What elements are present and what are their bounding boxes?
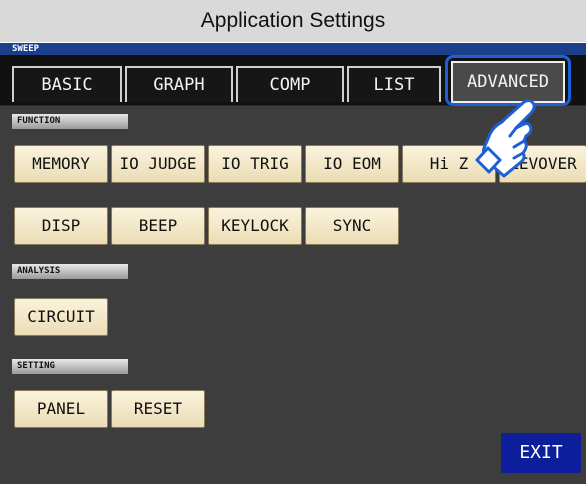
tab-graph[interactable]: GRAPH (125, 66, 233, 102)
tab-basic[interactable]: BASIC (12, 66, 122, 102)
beep-button[interactable]: BEEP (111, 207, 205, 245)
tab-list[interactable]: LIST (347, 66, 441, 102)
memory-button[interactable]: MEMORY (14, 145, 108, 183)
keylock-button[interactable]: KEYLOCK (208, 207, 302, 245)
sync-button[interactable]: SYNC (305, 207, 399, 245)
section-analysis-label: ANALYSIS (12, 264, 128, 279)
io-eom-button[interactable]: IO EOM (305, 145, 399, 183)
panel-button[interactable]: PANEL (14, 390, 108, 428)
tab-comp[interactable]: COMP (236, 66, 344, 102)
section-function-label: FUNCTION (12, 114, 128, 129)
page-title: Application Settings (200, 9, 386, 32)
mode-label: SWEEP (12, 44, 40, 54)
reset-button[interactable]: RESET (111, 390, 205, 428)
disp-button[interactable]: DISP (14, 207, 108, 245)
circuit-button[interactable]: CIRCUIT (14, 298, 108, 336)
pointing-hand-icon (475, 99, 536, 178)
mode-bar (0, 43, 586, 55)
io-judge-button[interactable]: IO JUDGE (111, 145, 205, 183)
exit-button[interactable]: EXIT (501, 433, 581, 473)
section-setting-label: SETTING (12, 359, 128, 374)
io-trig-button[interactable]: IO TRIG (208, 145, 302, 183)
